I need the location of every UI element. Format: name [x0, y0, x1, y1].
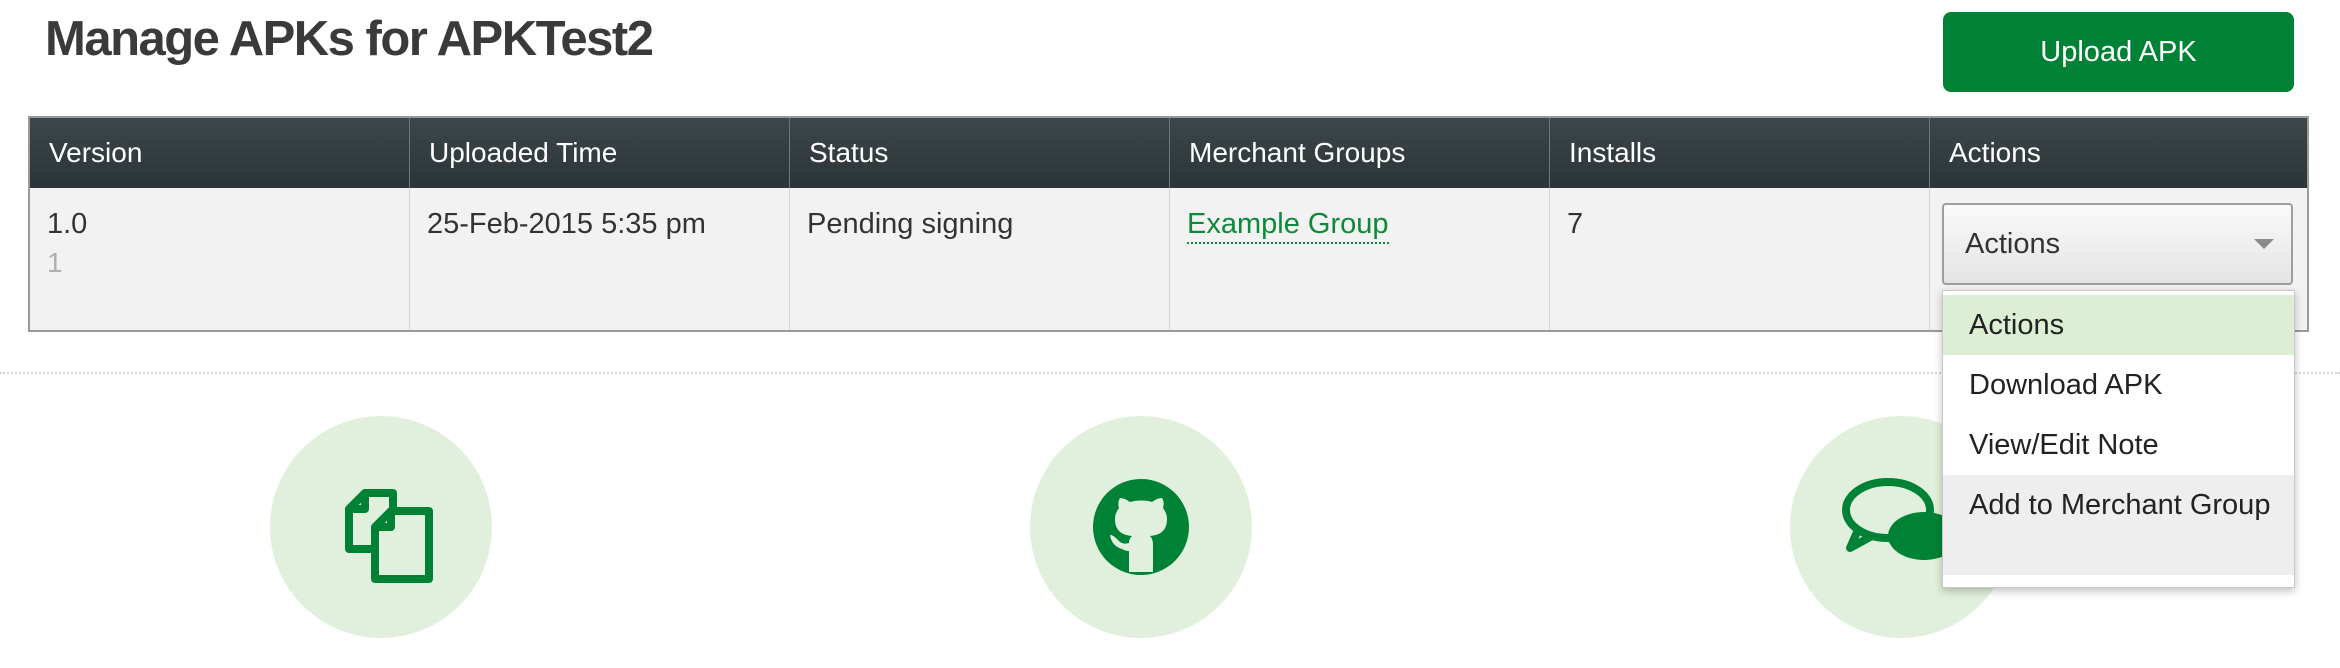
github-icon [1093, 479, 1189, 575]
column-header-status: Status [790, 118, 1170, 188]
menu-item-download-apk[interactable]: Download APK [1943, 355, 2294, 415]
version-cell: 1.0 1 [30, 188, 410, 330]
version-code: 1 [47, 247, 63, 278]
actions-dropdown-menu: Actions Download APK View/Edit Note Add … [1942, 290, 2295, 588]
menu-item-actions[interactable]: Actions [1943, 295, 2294, 355]
column-header-merchant-groups: Merchant Groups [1170, 118, 1550, 188]
actions-select-value: Actions [1965, 228, 2061, 260]
merchant-groups-cell: Example Group [1170, 188, 1550, 330]
chevron-down-icon [2254, 239, 2274, 249]
column-header-installs: Installs [1550, 118, 1930, 188]
menu-item-add-to-merchant-group[interactable]: Add to Merchant Group [1943, 475, 2294, 575]
version-number: 1.0 [47, 208, 88, 240]
github-feature[interactable] [1030, 416, 1252, 638]
documents-icon [345, 489, 433, 583]
upload-apk-button[interactable]: Upload APK [1943, 12, 2294, 92]
status-cell: Pending signing [790, 188, 1170, 330]
documents-feature[interactable] [270, 416, 492, 638]
column-header-uploaded-time: Uploaded Time [410, 118, 790, 188]
column-header-actions: Actions [1949, 137, 2041, 168]
column-header-version: Version [30, 118, 410, 188]
actions-select[interactable]: Actions [1942, 203, 2293, 285]
uploaded-time-cell: 25-Feb-2015 5:35 pm [410, 188, 790, 330]
installs-cell: 7 [1550, 188, 1930, 330]
table-header: Version Uploaded Time Status Merchant Gr… [30, 118, 2307, 188]
merchant-group-link[interactable]: Example Group [1187, 208, 1389, 244]
menu-item-view-edit-note[interactable]: View/Edit Note [1943, 415, 2294, 475]
page-title: Manage APKs for APKTest2 [45, 12, 654, 66]
